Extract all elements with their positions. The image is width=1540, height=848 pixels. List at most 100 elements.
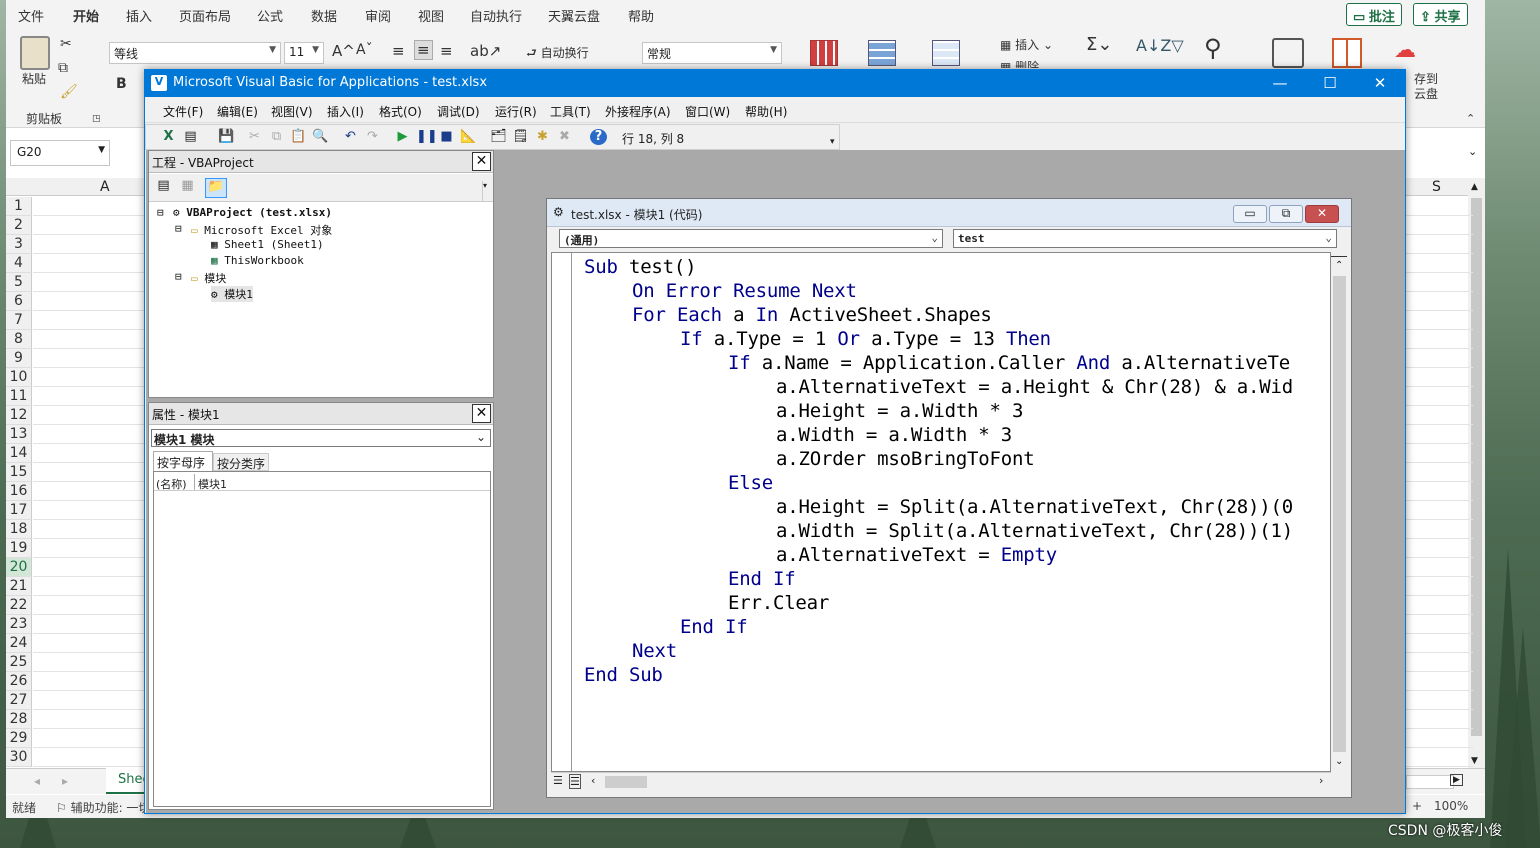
menu-item-0[interactable]: 文件(F) bbox=[163, 103, 203, 120]
split-bar[interactable] bbox=[1331, 252, 1347, 257]
row-header[interactable]: 8 bbox=[6, 330, 32, 349]
menu-item-2[interactable]: 视图(V) bbox=[271, 103, 313, 120]
menu-item-5[interactable]: 调试(D) bbox=[437, 103, 480, 120]
tab-10[interactable]: 帮助 bbox=[628, 6, 654, 25]
find-icon[interactable]: 🔍 bbox=[312, 129, 329, 145]
reset-icon[interactable]: ■ bbox=[438, 129, 455, 145]
code-line[interactable]: End If bbox=[680, 616, 748, 638]
sheet-vertical-scrollbar[interactable]: ▲ ▼ bbox=[1468, 178, 1485, 770]
tab-2[interactable]: 插入 bbox=[126, 6, 152, 25]
row-header[interactable]: 17 bbox=[6, 501, 32, 520]
code-line[interactable]: a.Width = a.Width * 3 bbox=[776, 424, 1012, 446]
row-header[interactable]: 23 bbox=[6, 615, 32, 634]
help-icon[interactable]: ? bbox=[590, 129, 607, 145]
row-header[interactable]: 6 bbox=[6, 292, 32, 311]
save-icon[interactable]: 💾 bbox=[218, 129, 235, 145]
maximize-icon[interactable]: ☐ bbox=[1307, 70, 1353, 97]
copy-icon[interactable]: ⧉ bbox=[268, 129, 285, 145]
row-header[interactable]: 1 bbox=[6, 197, 32, 216]
row-header[interactable]: 9 bbox=[6, 349, 32, 368]
increase-font-icon[interactable]: A^ bbox=[332, 42, 355, 60]
pane-scroll-icon[interactable]: ▾ bbox=[482, 181, 492, 201]
view-object-icon[interactable]: ▦ bbox=[179, 178, 196, 194]
code-horizontal-scrollbar[interactable]: ☰ ☰ ‹ › bbox=[551, 772, 1331, 790]
number-format-combo[interactable]: 常规 ▼ bbox=[642, 42, 782, 64]
row-header[interactable]: 12 bbox=[6, 406, 32, 425]
code-line[interactable]: For Each a In ActiveSheet.Shapes bbox=[632, 304, 992, 326]
sheet-hscroll[interactable] bbox=[1406, 775, 1454, 789]
comments-button[interactable]: ▭ 批注 bbox=[1346, 3, 1402, 26]
decrease-font-icon[interactable]: Aˇ bbox=[356, 42, 373, 58]
column-header-s[interactable]: S bbox=[1432, 179, 1441, 195]
properties-object-combo[interactable]: 模块1 模块 ⌄ bbox=[151, 429, 491, 447]
insert-module-icon[interactable]: ▤ bbox=[182, 129, 199, 145]
row-header[interactable]: 18 bbox=[6, 520, 32, 539]
redo-icon[interactable]: ↷ bbox=[364, 129, 381, 145]
menu-item-9[interactable]: 窗口(W) bbox=[685, 103, 730, 120]
column-header-a[interactable]: A bbox=[100, 179, 110, 195]
prev-sheet-icon[interactable]: ◂ bbox=[34, 774, 40, 788]
code-line[interactable]: End Sub bbox=[584, 664, 663, 686]
tree-collapse-icon[interactable]: ⊟ bbox=[157, 206, 164, 219]
toolbox-icon[interactable]: ✖ bbox=[556, 129, 573, 145]
menu-item-1[interactable]: 编辑(E) bbox=[217, 103, 258, 120]
find-select-icon[interactable]: ⚲ bbox=[1204, 34, 1222, 62]
format-as-table-icon[interactable] bbox=[868, 40, 896, 66]
analyze-data-icon[interactable] bbox=[1272, 38, 1304, 68]
tab-alphabetic[interactable]: 按字母序 bbox=[153, 451, 213, 471]
row-header[interactable]: 27 bbox=[6, 691, 32, 710]
tab-1[interactable]: 开始 bbox=[73, 6, 100, 30]
menu-item-4[interactable]: 格式(O) bbox=[379, 103, 422, 120]
dialog-launcher-icon[interactable]: ◳ bbox=[92, 114, 101, 124]
row-header[interactable]: 11 bbox=[6, 387, 32, 406]
code-hscroll-thumb[interactable] bbox=[605, 776, 647, 788]
code-editor[interactable]: Sub test() On Error Resume Next For Each a… bbox=[551, 252, 1331, 772]
row-header[interactable]: 29 bbox=[6, 729, 32, 748]
code-line[interactable]: If a.Name = Application.Caller And a.Alt… bbox=[728, 352, 1290, 374]
row-header[interactable]: 20 bbox=[6, 558, 32, 577]
tree-modules[interactable]: ▭ 模块 bbox=[191, 270, 226, 286]
row-header[interactable]: 7 bbox=[6, 311, 32, 330]
share-button[interactable]: ⇪ 共享 bbox=[1413, 3, 1468, 26]
font-size-combo[interactable]: 11 ▼ bbox=[284, 42, 324, 64]
sort-filter-icon[interactable]: A↓Z▽ bbox=[1136, 36, 1184, 55]
tab-6[interactable]: 审阅 bbox=[365, 6, 391, 25]
code-line[interactable]: a.Width = Split(a.AlternativeText, Chr(2… bbox=[776, 520, 1293, 542]
collapse-ribbon-icon[interactable]: ⌃ bbox=[1466, 112, 1475, 125]
tab-0[interactable]: 文件 bbox=[18, 6, 44, 25]
tree-sheet1[interactable]: ▦ Sheet1 (Sheet1) bbox=[211, 238, 324, 251]
scroll-up-icon[interactable]: ▲ bbox=[1471, 182, 1478, 192]
align-middle-icon[interactable]: ≡ bbox=[414, 40, 433, 60]
row-header[interactable]: 3 bbox=[6, 235, 32, 254]
row-header[interactable]: 15 bbox=[6, 463, 32, 482]
scroll-right-icon[interactable]: ▶ bbox=[1450, 774, 1463, 786]
scroll-up-icon[interactable]: ⌃ bbox=[1335, 260, 1343, 271]
add-ins-icon[interactable] bbox=[1332, 38, 1362, 68]
menu-item-10[interactable]: 帮助(H) bbox=[745, 103, 787, 120]
delete-cells-button[interactable]: ▦ 删除 bbox=[1000, 58, 1039, 68]
tree-collapse-icon[interactable]: ⊟ bbox=[175, 270, 182, 283]
row-header[interactable]: 22 bbox=[6, 596, 32, 615]
paste-icon[interactable] bbox=[20, 36, 50, 70]
full-module-view-icon[interactable]: ☰ bbox=[569, 774, 581, 789]
code-vertical-scrollbar[interactable]: ⌃ ⌄ bbox=[1331, 252, 1349, 772]
font-name-combo[interactable]: 等线 ▼ bbox=[109, 42, 281, 64]
expand-formula-icon[interactable]: ⌄ bbox=[1468, 145, 1477, 158]
scroll-left-icon[interactable]: ‹ bbox=[591, 774, 595, 787]
close-icon[interactable]: ✕ bbox=[472, 152, 491, 171]
row-header[interactable]: 10 bbox=[6, 368, 32, 387]
row-header[interactable]: 25 bbox=[6, 653, 32, 672]
code-line[interactable]: If a.Type = 1 Or a.Type = 13 Then bbox=[680, 328, 1051, 350]
tree-module1[interactable]: ⚙ 模块1 bbox=[211, 286, 253, 302]
tab-4[interactable]: 公式 bbox=[257, 6, 283, 25]
bold-button[interactable]: B bbox=[116, 76, 127, 92]
menu-item-3[interactable]: 插入(I) bbox=[327, 103, 364, 120]
code-line[interactable]: Sub test() bbox=[584, 256, 697, 278]
cut-icon[interactable]: ✂ bbox=[60, 36, 72, 52]
name-box[interactable]: G20 ▼ bbox=[10, 140, 110, 166]
menu-item-6[interactable]: 运行(R) bbox=[495, 103, 537, 120]
row-header[interactable]: 24 bbox=[6, 634, 32, 653]
wrap-text-button[interactable]: ⮐ 自动换行 bbox=[526, 44, 589, 65]
row-header[interactable]: 26 bbox=[6, 672, 32, 691]
row-header[interactable]: 2 bbox=[6, 216, 32, 235]
